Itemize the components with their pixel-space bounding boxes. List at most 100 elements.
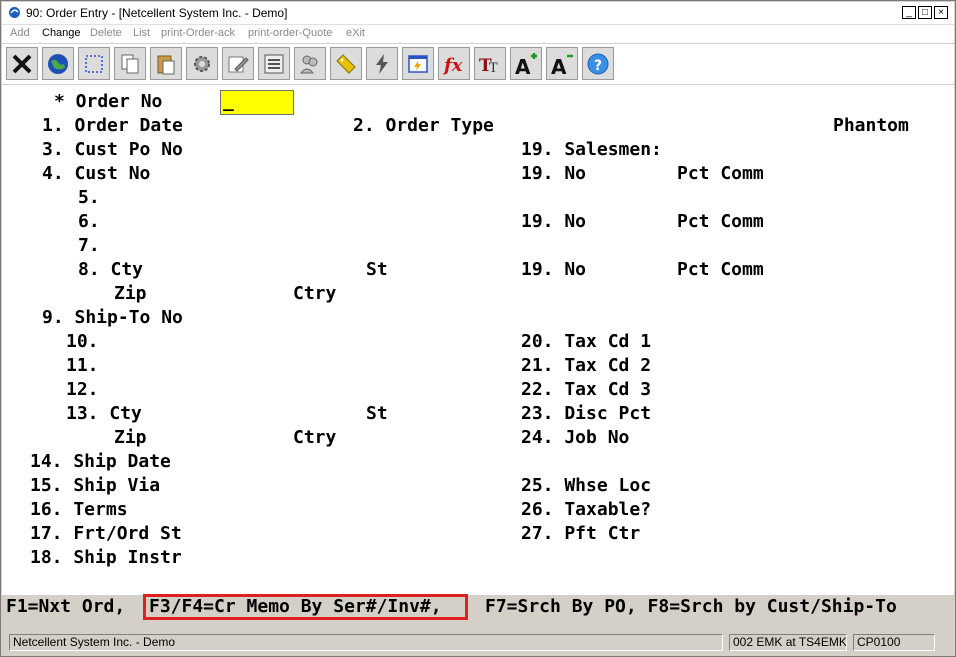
pft-ctr-label: 27. Pft Ctr [521,523,641,544]
fkey-credit-memo[interactable]: F3/F4=Cr Memo By Ser#/Inv#, [149,596,442,618]
status-user: 002 EMK at TS4EMK [729,634,847,651]
ship-to-no-label: 9. Ship-To No [42,307,183,328]
settings-button[interactable] [186,47,218,80]
city-label: 8. Cty [78,259,144,280]
salesman-3-no-label: 19. No [521,259,587,280]
users-button[interactable] [294,47,326,80]
field-5-label: 5. [78,187,100,208]
list-button[interactable] [258,47,290,80]
font-larger-icon: A [515,52,537,76]
terms-label: 16. Terms [30,499,128,520]
tag-icon [336,53,356,74]
font-button[interactable]: TT [474,47,506,80]
order-no-input[interactable]: _ [220,90,294,115]
menu-print-order-ack[interactable]: print-Order-ack [161,27,235,39]
zip-label: Zip [114,283,147,304]
order-no-label: * Order No [54,91,163,112]
toolbar: fx TT A A ? [2,44,954,85]
ship-date-label: 14. Ship Date [30,451,171,472]
tax-cd-2-label: 21. Tax Cd 2 [521,355,652,376]
tax-cd-3-label: 22. Tax Cd 3 [521,379,652,400]
tag-button[interactable] [330,47,362,80]
function-button[interactable]: fx [438,47,470,80]
minimize-button[interactable]: _ [902,6,916,19]
title-bar: 90: Order Entry - [Netcellent System Inc… [2,2,954,25]
screen-icon [408,54,428,73]
edit-icon [228,56,249,72]
cust-po-no-label: 3. Cust Po No [42,139,183,160]
field-7-label: 7. [78,235,100,256]
help-button[interactable]: ? [582,47,614,80]
function-key-bar: F1=Nxt Ord, F3/F4=Cr Memo By Ser#/Inv#, … [2,594,954,623]
paste-button[interactable] [150,47,182,80]
job-no-label: 24. Job No [521,427,630,448]
field-10-label: 10. [66,331,99,352]
select-icon [85,54,103,73]
font-smaller-button[interactable]: A [546,47,578,80]
order-entry-window: 90: Order Entry - [Netcellent System Inc… [0,0,956,657]
menu-print-order-quote[interactable]: print-order-Quote [248,27,332,39]
copy-icon [121,54,139,73]
menu-bar: Add Change Delete List print-Order-ack p… [2,25,954,43]
salesman-2-pct-label: Pct Comm [677,211,764,232]
salesmen-header: 19. Salesmen: [521,139,662,160]
country-label: Ctry [293,283,337,304]
ship-country-label: Ctry [293,427,337,448]
svg-text:?: ? [594,58,602,74]
menu-add[interactable]: Add [10,27,30,39]
whse-loc-label: 25. Whse Loc [521,475,652,496]
font-icon: TT [479,56,498,76]
paste-icon [157,55,175,74]
app-icon [9,7,20,18]
svg-text:T: T [489,61,498,76]
copy-button[interactable] [114,47,146,80]
frt-ord-st-label: 17. Frt/Ord St [30,523,182,544]
ship-via-label: 15. Ship Via [30,475,161,496]
salesman-3-pct-label: Pct Comm [677,259,764,280]
lightning-button[interactable] [366,47,398,80]
window-title: 90: Order Entry - [Netcellent System Inc… [26,6,288,20]
screen-button[interactable] [402,47,434,80]
order-entry-form: * Order No _ 1. Order Date 2. Order Type… [2,85,954,595]
ship-state-label: St [366,403,388,424]
ship-zip-label: Zip [114,427,147,448]
salesman-1-pct-label: Pct Comm [677,163,764,184]
state-label: St [366,259,388,280]
field-11-label: 11. [66,355,99,376]
status-company: Netcellent System Inc. - Demo [9,634,723,651]
order-date-label: 1. Order Date [42,115,183,136]
tax-cd-1-label: 20. Tax Cd 1 [521,331,652,352]
field-6-label: 6. [78,211,100,232]
salesman-1-no-label: 19. No [521,163,587,184]
disc-pct-label: 23. Disc Pct [521,403,652,424]
svg-text:A: A [551,55,567,76]
list-icon [264,54,284,73]
salesman-2-no-label: 19. No [521,211,587,232]
cust-no-label: 4. Cust No [42,163,151,184]
users-icon [299,55,318,73]
function-icon: fx [442,55,463,76]
settings-icon [194,55,210,72]
order-type-value: Phantom [833,115,909,136]
maximize-button[interactable]: □ [918,6,932,19]
menu-list[interactable]: List [133,27,150,39]
fkey-next-order[interactable]: F1=Nxt Ord, [6,596,125,618]
taxable-label: 26. Taxable? [521,499,652,520]
menu-exit[interactable]: eXit [346,27,365,39]
select-button[interactable] [78,47,110,80]
menu-delete[interactable]: Delete [90,27,122,39]
exit-button[interactable] [6,47,38,80]
globe-icon [48,53,68,74]
order-type-label: 2. Order Type [353,115,494,136]
globe-button[interactable] [42,47,74,80]
status-program: CP0100 [853,634,935,651]
close-button[interactable]: × [934,6,948,19]
svg-text:A: A [515,55,531,76]
font-larger-button[interactable]: A [510,47,542,80]
exit-icon [12,54,32,73]
lightning-icon [376,53,388,74]
edit-button[interactable] [222,47,254,80]
fkey-search[interactable]: F7=Srch By PO, F8=Srch by Cust/Ship-To [485,596,897,618]
field-12-label: 12. [66,379,99,400]
menu-change[interactable]: Change [42,27,81,39]
